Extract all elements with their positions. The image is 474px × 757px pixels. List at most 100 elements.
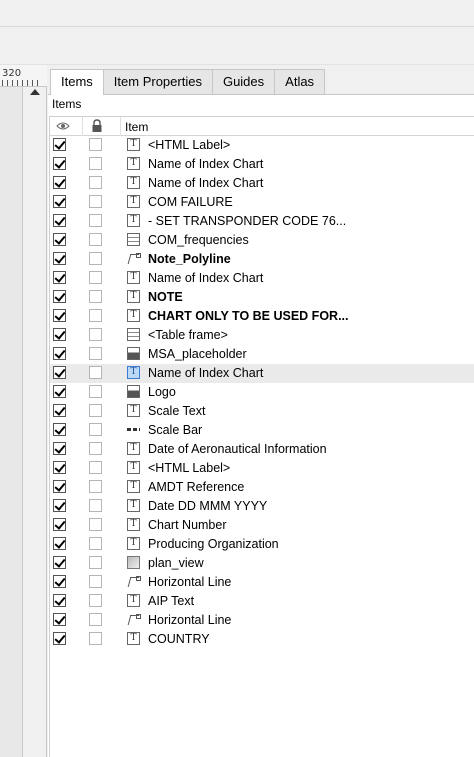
list-item[interactable]: T AMDT Reference xyxy=(50,478,474,497)
list-item[interactable]: T NOTE xyxy=(50,288,474,307)
text-icon: T xyxy=(127,442,140,455)
tab-item-properties[interactable]: Item Properties xyxy=(102,69,213,94)
vertical-scrollbar[interactable] xyxy=(24,87,47,757)
list-item[interactable]: T COUNTRY xyxy=(50,630,474,649)
list-item[interactable]: T Scale Text xyxy=(50,402,474,421)
lock-checkbox[interactable] xyxy=(89,613,102,626)
tab-items[interactable]: Items xyxy=(50,69,104,95)
visibility-checkbox[interactable] xyxy=(53,499,66,512)
visibility-checkbox[interactable] xyxy=(53,518,66,531)
scroll-up-arrow-icon[interactable] xyxy=(29,88,41,96)
list-item[interactable]: T COM FAILURE xyxy=(50,193,474,212)
visibility-checkbox[interactable] xyxy=(53,385,66,398)
visibility-checkbox[interactable] xyxy=(53,442,66,455)
tree-header: Item xyxy=(50,117,474,136)
visibility-checkbox[interactable] xyxy=(53,176,66,189)
lock-checkbox[interactable] xyxy=(89,537,102,550)
lock-checkbox[interactable] xyxy=(89,214,102,227)
list-item[interactable]: T CHART ONLY TO BE USED FOR... xyxy=(50,307,474,326)
visibility-checkbox[interactable] xyxy=(53,233,66,246)
visibility-checkbox[interactable] xyxy=(53,537,66,550)
eye-icon xyxy=(56,122,70,130)
lock-checkbox[interactable] xyxy=(89,385,102,398)
visibility-checkbox[interactable] xyxy=(53,290,66,303)
lock-checkbox[interactable] xyxy=(89,233,102,246)
column-lock[interactable] xyxy=(83,117,121,136)
column-item[interactable]: Item xyxy=(121,117,474,136)
lock-checkbox[interactable] xyxy=(89,366,102,379)
lock-checkbox[interactable] xyxy=(89,575,102,588)
list-item[interactable]: T Date DD MMM YYYY xyxy=(50,497,474,516)
list-item[interactable]: <Table frame> xyxy=(50,326,474,345)
text-icon: T xyxy=(127,195,140,208)
lock-checkbox[interactable] xyxy=(89,176,102,189)
visibility-checkbox[interactable] xyxy=(53,309,66,322)
lock-checkbox[interactable] xyxy=(89,328,102,341)
list-item[interactable]: T Name of Index Chart xyxy=(50,174,474,193)
list-item[interactable]: COM_frequencies xyxy=(50,231,474,250)
column-visibility[interactable] xyxy=(50,117,83,136)
visibility-checkbox[interactable] xyxy=(53,632,66,645)
visibility-checkbox[interactable] xyxy=(53,461,66,474)
list-item[interactable]: Logo xyxy=(50,383,474,402)
lock-checkbox[interactable] xyxy=(89,461,102,474)
lock-checkbox[interactable] xyxy=(89,271,102,284)
lock-checkbox[interactable] xyxy=(89,309,102,322)
visibility-checkbox[interactable] xyxy=(53,252,66,265)
visibility-checkbox[interactable] xyxy=(53,613,66,626)
visibility-checkbox[interactable] xyxy=(53,575,66,588)
visibility-checkbox[interactable] xyxy=(53,423,66,436)
list-item[interactable]: T - SET TRANSPONDER CODE 76... xyxy=(50,212,474,231)
lock-checkbox[interactable] xyxy=(89,594,102,607)
lock-checkbox[interactable] xyxy=(89,157,102,170)
lock-checkbox[interactable] xyxy=(89,195,102,208)
list-item[interactable]: T Name of Index Chart xyxy=(50,364,474,383)
text-icon: T xyxy=(127,632,140,645)
visibility-checkbox[interactable] xyxy=(53,157,66,170)
list-item[interactable]: Scale Bar xyxy=(50,421,474,440)
scalebar-icon xyxy=(127,428,140,431)
list-item[interactable]: Note_Polyline xyxy=(50,250,474,269)
list-item[interactable]: T Date of Aeronautical Information xyxy=(50,440,474,459)
lock-checkbox[interactable] xyxy=(89,518,102,531)
list-item[interactable]: T AIP Text xyxy=(50,592,474,611)
visibility-checkbox[interactable] xyxy=(53,366,66,379)
lock-checkbox[interactable] xyxy=(89,442,102,455)
visibility-checkbox[interactable] xyxy=(53,480,66,493)
visibility-checkbox[interactable] xyxy=(53,195,66,208)
lock-checkbox[interactable] xyxy=(89,480,102,493)
lock-checkbox[interactable] xyxy=(89,423,102,436)
list-item[interactable]: T <HTML Label> xyxy=(50,136,474,155)
list-item[interactable]: plan_view xyxy=(50,554,474,573)
list-item[interactable]: T <HTML Label> xyxy=(50,459,474,478)
visibility-checkbox[interactable] xyxy=(53,404,66,417)
lock-checkbox[interactable] xyxy=(89,138,102,151)
lock-checkbox[interactable] xyxy=(89,290,102,303)
visibility-checkbox[interactable] xyxy=(53,138,66,151)
tab-guides[interactable]: Guides xyxy=(211,69,276,94)
lock-checkbox[interactable] xyxy=(89,632,102,645)
lock-checkbox[interactable] xyxy=(89,556,102,569)
list-item[interactable]: Horizontal Line xyxy=(50,573,474,592)
visibility-checkbox[interactable] xyxy=(53,271,66,284)
lock-checkbox[interactable] xyxy=(89,499,102,512)
lock-checkbox[interactable] xyxy=(89,404,102,417)
lock-checkbox[interactable] xyxy=(89,347,102,360)
list-item[interactable]: Horizontal Line xyxy=(50,611,474,630)
list-item[interactable]: T Producing Organization xyxy=(50,535,474,554)
list-item[interactable]: T Chart Number xyxy=(50,516,474,535)
item-label: Horizontal Line xyxy=(148,613,232,627)
item-label: NOTE xyxy=(148,290,183,304)
polyline-icon xyxy=(127,252,141,265)
item-label: Note_Polyline xyxy=(148,252,231,266)
list-item[interactable]: MSA_placeholder xyxy=(50,345,474,364)
tab-atlas[interactable]: Atlas xyxy=(274,69,326,94)
visibility-checkbox[interactable] xyxy=(53,594,66,607)
list-item[interactable]: T Name of Index Chart xyxy=(50,269,474,288)
lock-checkbox[interactable] xyxy=(89,252,102,265)
list-item[interactable]: T Name of Index Chart xyxy=(50,155,474,174)
visibility-checkbox[interactable] xyxy=(53,347,66,360)
visibility-checkbox[interactable] xyxy=(53,556,66,569)
visibility-checkbox[interactable] xyxy=(53,328,66,341)
visibility-checkbox[interactable] xyxy=(53,214,66,227)
